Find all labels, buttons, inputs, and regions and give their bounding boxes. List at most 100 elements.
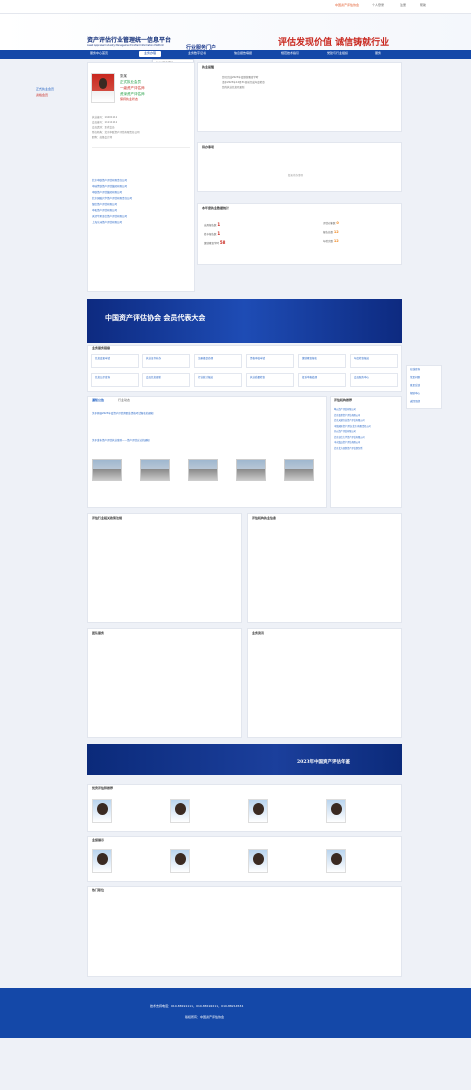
float-item[interactable]: 意见反馈	[407, 382, 441, 390]
notice-title: 执业提醒	[202, 65, 215, 69]
stat-value: 1	[217, 231, 221, 236]
news-item[interactable]: 关于发布资产评估执业准则——资产评估方法的通知	[92, 439, 322, 442]
stat-label: 年检次数	[323, 240, 334, 243]
register-link[interactable]: 注册	[400, 3, 406, 8]
quick-card[interactable]: 行业统计报送	[194, 373, 242, 387]
expert-photo[interactable]	[326, 799, 346, 823]
top-org-link[interactable]: 中国资产评估协会	[335, 3, 359, 8]
top-bar: 中国资产评估协会 个人登录 注册 帮助	[0, 0, 471, 14]
slogan: 评估发现价值 诚信铸就行业	[278, 38, 390, 48]
yearbook-text: 2023年中国资产评估年鉴	[297, 760, 351, 765]
stat-label: 签字报告数	[204, 233, 217, 236]
nav-business[interactable]: 业务办理	[139, 51, 162, 57]
org-title: 评估机构推荐	[334, 398, 353, 402]
profile-badge: 资深资产评估师	[120, 92, 145, 96]
congress-banner[interactable]: 中国资产评估协会 会员代表大会	[87, 299, 402, 343]
tab-news[interactable]: 行业动态	[118, 398, 130, 403]
expert-photo[interactable]	[248, 799, 268, 823]
quick-links-panel: 业务服务链接 信息变更申请 执业证书补办 注册备案办理 资格审核申请 继续教育报…	[87, 345, 402, 392]
quick-card[interactable]: 信息变更申请	[91, 354, 139, 368]
expert-photo[interactable]	[248, 849, 268, 873]
quick-card[interactable]: 继续教育报名	[298, 354, 346, 368]
login-link[interactable]: 个人登录	[372, 3, 384, 8]
nav-report[interactable]: 信息报告填报	[234, 51, 252, 56]
help-link[interactable]: 帮助	[420, 3, 426, 8]
profile-name: 张某	[120, 74, 127, 78]
quick-card[interactable]: 注册备案办理	[194, 354, 242, 368]
expert-photo[interactable]	[170, 799, 190, 823]
news-image[interactable]	[140, 459, 170, 481]
quick-card[interactable]: 资格审核申请	[246, 354, 294, 368]
stat-value: 0	[336, 221, 339, 225]
news-image[interactable]	[236, 459, 266, 481]
quick-card[interactable]: 信息公示查询	[91, 373, 139, 387]
quick-card[interactable]: 执业证书补办	[142, 354, 190, 368]
quick-card-label: 会员信息更新	[146, 376, 162, 379]
stat-value: 58	[219, 240, 226, 245]
stat-label: 报告总数	[323, 231, 334, 234]
nav-party[interactable]: 党建与行业组织	[327, 51, 348, 56]
stat-label: 继续教育学时	[204, 242, 220, 245]
stat-label: 出具报告数	[204, 224, 217, 227]
footer-phone: 技术支持电话：010-88191111，010-88192211，010-882…	[150, 1004, 244, 1008]
org-item[interactable]: 北京北方亚事资产评估事务所	[334, 446, 371, 452]
nav-cert[interactable]: 业务数字证书	[188, 51, 206, 56]
float-item[interactable]: 帮助中心	[407, 390, 441, 398]
info-panel: 评估机构执业信息	[247, 513, 402, 623]
news-image[interactable]	[92, 459, 122, 481]
policy-panel: 评估行业相关政策法规	[87, 513, 242, 623]
todo-empty: 暂无待办事项	[288, 174, 304, 177]
notice-item[interactable]: 您的执业信息已更新	[222, 85, 265, 90]
quick-card[interactable]: 年度检查报送	[350, 354, 398, 368]
quick-card-label: 资格审核申请	[250, 357, 266, 360]
expert-photo[interactable]	[92, 799, 112, 823]
jobs-panel: 热门职位	[87, 886, 402, 977]
stat-value: 12	[333, 239, 339, 243]
sidebar-item[interactable]: 资格会员	[36, 92, 54, 98]
quick-card-label: 注册备案办理	[198, 357, 214, 360]
quick-card-label: 信息公示查询	[95, 376, 111, 379]
nav-service[interactable]: 服务	[375, 51, 381, 56]
jobs-title: 热门职位	[92, 888, 105, 892]
profile-type: 正式执业会员	[120, 80, 141, 84]
stat-value: 1	[217, 222, 221, 227]
float-item[interactable]: 在线咨询	[407, 366, 441, 374]
notice-list: 您已完成2023年度继续教育学时 请于2023年12月31日前完成年度检查 您的…	[222, 75, 265, 90]
quick-card[interactable]: 会员信息更新	[142, 373, 190, 387]
float-item[interactable]: 返回顶部	[407, 398, 441, 406]
nav-home[interactable]: 服务中心首页	[90, 51, 108, 56]
quick-card-label: 继续教育报名	[302, 357, 318, 360]
quick-title: 业务服务链接	[92, 346, 111, 350]
platform-subtitle: Asset Appraisal Industry Management Unif…	[87, 44, 165, 47]
achievement-panel: 业绩展示	[87, 836, 402, 882]
experts-title: 优秀评估师推荐	[92, 786, 114, 790]
quick-card-label: 会员服务中心	[354, 376, 370, 379]
quick-card[interactable]: 投诉举报处理	[298, 373, 346, 387]
notice-panel: 执业提醒 您已完成2023年度继续教育学时 请于2023年12月31日前完成年度…	[197, 62, 402, 132]
nav-guide[interactable]: 规范技术指引	[281, 51, 299, 56]
expert-photo[interactable]	[92, 849, 112, 873]
header: 资产评估行业管理统一信息平台 Asset Appraisal Industry …	[0, 14, 471, 58]
experts-panel: 优秀评估师推荐	[87, 784, 402, 832]
right-float-menu: 在线咨询 常见问题 意见反馈 帮助中心 返回顶部	[406, 365, 442, 409]
stats-right: 评估对象数 0 报告总数 12 年检次数 12	[323, 219, 339, 246]
quick-card[interactable]: 会员服务中心	[350, 373, 398, 387]
tab-notice[interactable]: 通知公告	[92, 398, 104, 403]
quick-card-label: 行业统计报送	[198, 376, 214, 379]
float-item[interactable]: 常见问题	[407, 374, 441, 382]
expert-photo[interactable]	[326, 849, 346, 873]
quick-card[interactable]: 执业质量检查	[246, 373, 294, 387]
profile-details: 执业编号：11001111 会员编号：11111111 会员类别：正式会员 所在…	[92, 115, 190, 140]
profile-list-item[interactable]: 上海东洲资产评估有限公司	[92, 220, 190, 226]
news-image[interactable]	[188, 459, 218, 481]
stats-list: 出具报告数 1 签字报告数 1 继续教育学时 58	[204, 221, 225, 248]
news-image[interactable]	[284, 459, 314, 481]
page: 中国资产评估协会 个人登录 注册 帮助 资产评估行业管理统一信息平台 Asset…	[0, 0, 471, 1090]
profile-status: 保持执业状态	[120, 97, 139, 101]
footer: 技术支持电话：010-88191111，010-88192211，010-882…	[0, 988, 471, 1038]
main-nav: 服务中心首页 业务办理 业务数字证书 信息报告填报 规范技术指引 党建与行业组织…	[0, 50, 471, 59]
banner-text: 中国资产评估协会 会员代表大会	[105, 313, 206, 322]
news-item[interactable]: 关于开展2023年度资产评估师职业资格考试报名的通知	[92, 412, 322, 415]
yearbook-banner[interactable]: 2023年中国资产评估年鉴	[87, 744, 402, 775]
expert-photo[interactable]	[170, 849, 190, 873]
